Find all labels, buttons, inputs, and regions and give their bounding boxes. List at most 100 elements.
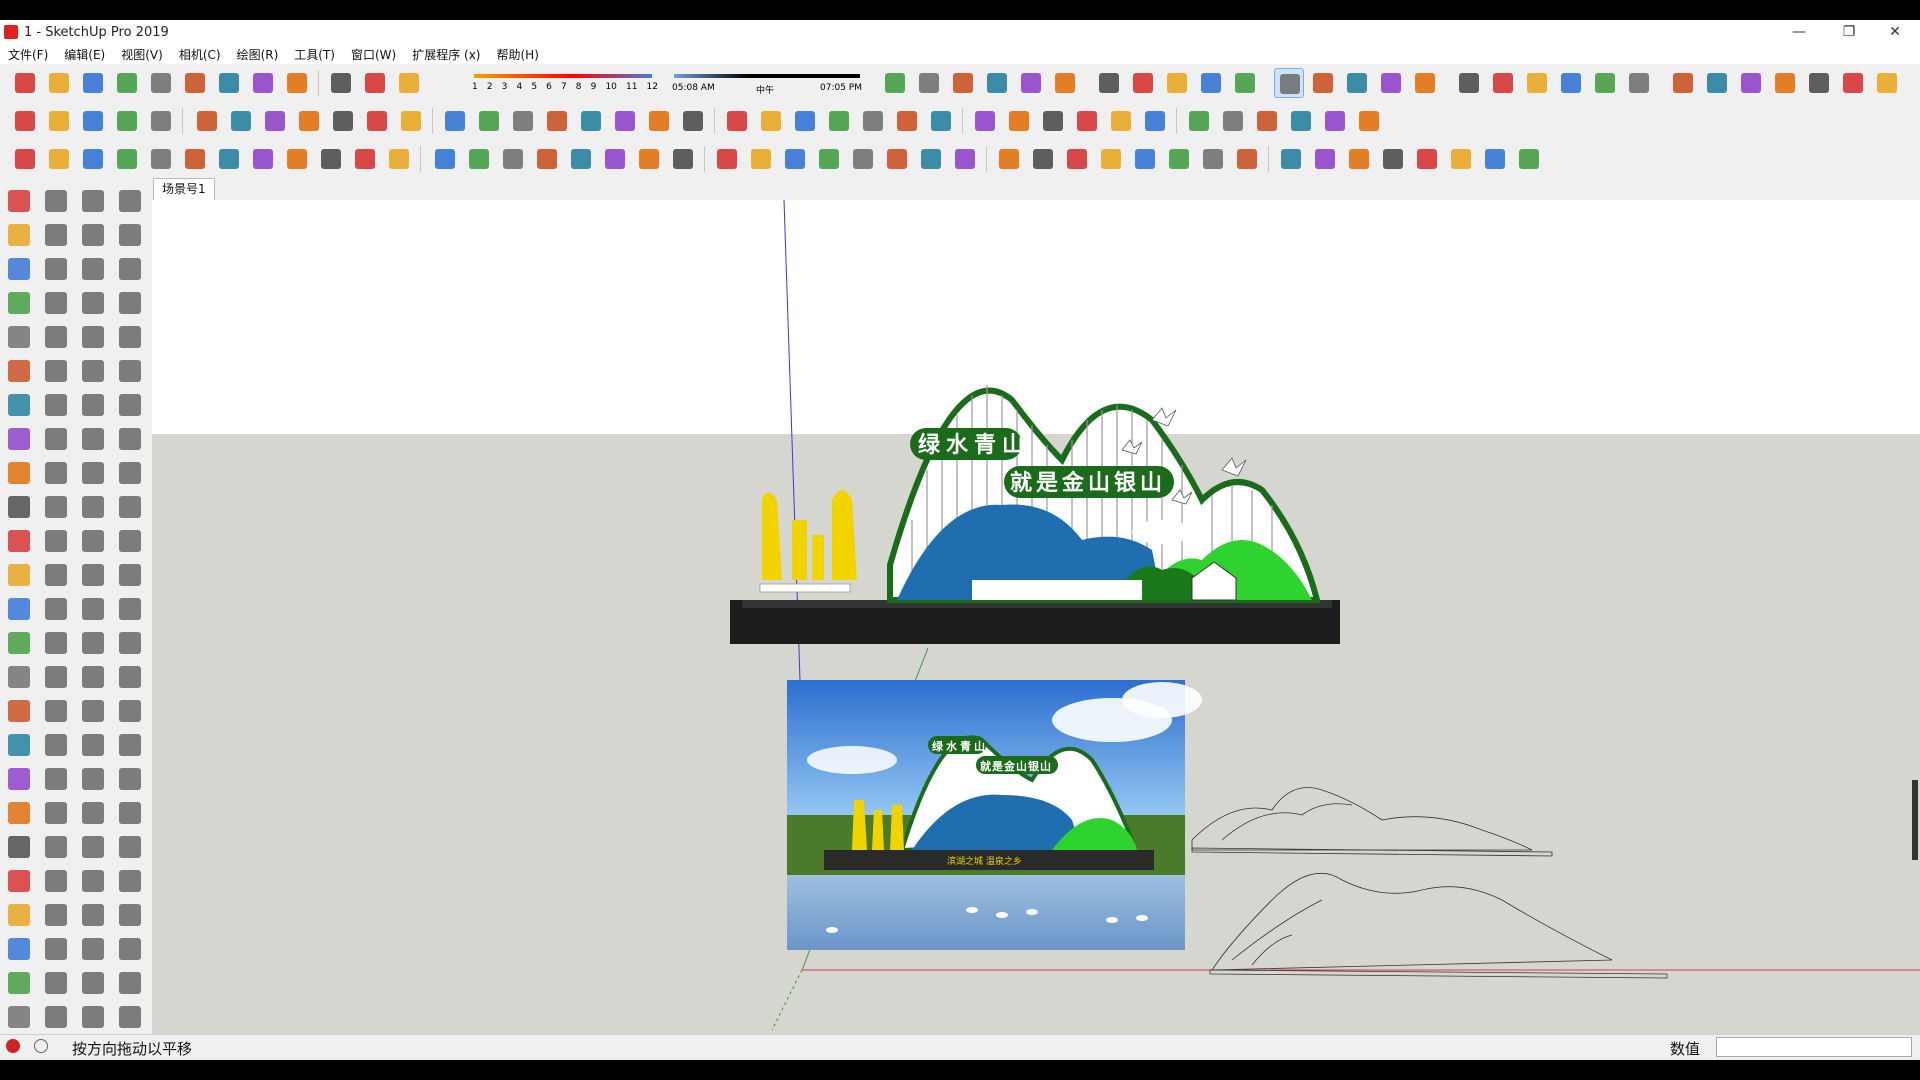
extension-warehouse-button[interactable]	[1140, 106, 1170, 136]
position-tool-button[interactable]	[41, 254, 71, 284]
orbit-button[interactable]	[790, 106, 820, 136]
3d-text-button[interactable]	[756, 106, 786, 136]
vase-button[interactable]	[1276, 144, 1306, 174]
scale-button[interactable]	[508, 106, 538, 136]
left-view-button[interactable]	[1050, 68, 1080, 98]
top-view-button[interactable]	[914, 68, 944, 98]
section-tool-button[interactable]	[78, 1002, 108, 1032]
wireframe-button[interactable]	[1162, 68, 1192, 98]
offset-tool-button[interactable]	[115, 662, 145, 692]
move-tool-button[interactable]	[78, 424, 108, 454]
rotate-tool-button[interactable]	[115, 560, 145, 590]
circle-tool-button[interactable]	[78, 730, 108, 760]
camera-tool-button[interactable]	[78, 254, 108, 284]
shaded-button[interactable]	[1230, 68, 1260, 98]
text-button[interactable]	[678, 106, 708, 136]
followme-tool-button[interactable]	[78, 594, 108, 624]
mirror-button[interactable]	[10, 144, 40, 174]
offset-tool-button[interactable]	[41, 458, 71, 488]
followme-tool-button[interactable]	[41, 492, 71, 522]
material-button[interactable]	[384, 144, 414, 174]
followme-tool-button[interactable]	[4, 390, 34, 420]
explode-button[interactable]	[566, 144, 596, 174]
pointer-button[interactable]	[316, 144, 346, 174]
tangent-button[interactable]	[814, 144, 844, 174]
align-button[interactable]	[1480, 144, 1510, 174]
polygon-tool-button[interactable]	[78, 764, 108, 794]
dimension-tool-button[interactable]	[115, 1002, 145, 1032]
position-tool-button[interactable]	[78, 356, 108, 386]
dimension-tool-button[interactable]	[41, 798, 71, 828]
minimize-icon[interactable]: —	[1776, 20, 1822, 44]
orbit-tool-button[interactable]	[4, 186, 34, 216]
measurements-input[interactable]	[1716, 1037, 1912, 1057]
protractor-tool-button[interactable]	[115, 968, 145, 998]
pan-button[interactable]	[824, 106, 854, 136]
tape-tool-button[interactable]	[4, 628, 34, 658]
arc-tool-button[interactable]	[4, 458, 34, 488]
section-plane-button[interactable]	[1590, 68, 1620, 98]
spline-button[interactable]	[498, 144, 528, 174]
line-tool-button[interactable]	[1232, 144, 1262, 174]
camera-tool-button[interactable]	[115, 356, 145, 386]
rotate-tool-button[interactable]	[78, 458, 108, 488]
model-info-button[interactable]	[360, 68, 390, 98]
protractor-tool-button[interactable]	[78, 866, 108, 896]
arrow-orange-button[interactable]	[1354, 106, 1384, 136]
offset-tool-button[interactable]	[78, 560, 108, 590]
line-tool-button[interactable]	[78, 628, 108, 658]
position-tool-button[interactable]	[115, 458, 145, 488]
scale-tool-button[interactable]	[41, 390, 71, 420]
menu-camera[interactable]: 相机(C)	[171, 46, 229, 63]
cut-button[interactable]	[112, 68, 142, 98]
camera-tool-button[interactable]	[4, 1002, 34, 1032]
curve-button[interactable]	[44, 144, 74, 174]
display-sections-button[interactable]	[1624, 68, 1654, 98]
screen-button[interactable]	[1446, 144, 1476, 174]
circle-button[interactable]	[260, 106, 290, 136]
rectangle-button[interactable]	[226, 106, 256, 136]
scale-tool-button[interactable]	[4, 288, 34, 318]
warehouse-button[interactable]	[1106, 106, 1136, 136]
weld-button[interactable]	[916, 144, 946, 174]
info-icon[interactable]	[34, 1039, 48, 1053]
box-button[interactable]	[180, 144, 210, 174]
arc-button[interactable]	[192, 106, 222, 136]
menu-view[interactable]: 视图(V)	[113, 46, 171, 63]
select-tool-button[interactable]	[115, 254, 145, 284]
fe-button[interactable]	[282, 144, 312, 174]
pan-tool-button[interactable]	[1062, 144, 1092, 174]
bezier-button[interactable]	[430, 144, 460, 174]
add-detail-button[interactable]	[1522, 68, 1552, 98]
eraser-tool-button[interactable]	[4, 866, 34, 896]
lasso-button[interactable]	[1028, 144, 1058, 174]
walk-tool-button[interactable]	[41, 186, 71, 216]
flip-edge-button[interactable]	[1556, 68, 1586, 98]
menu-tools[interactable]: 工具(T)	[286, 46, 343, 63]
freehand-tool-button[interactable]	[41, 696, 71, 726]
zoom-extents-button[interactable]	[926, 106, 956, 136]
shape-button[interactable]	[112, 144, 142, 174]
xray-button[interactable]	[1094, 68, 1124, 98]
protractor-tool-button[interactable]	[4, 662, 34, 692]
dimension-tool-button[interactable]	[4, 696, 34, 726]
move-button[interactable]	[362, 106, 392, 136]
save-button[interactable]	[78, 68, 108, 98]
orbit-tool-button[interactable]	[78, 390, 108, 420]
dimension-tool-button[interactable]	[78, 900, 108, 930]
extrude-button[interactable]	[78, 144, 108, 174]
restore-icon[interactable]: ❐	[1826, 20, 1872, 44]
triangulate-button[interactable]	[634, 144, 664, 174]
paint-tool-button[interactable]	[4, 832, 34, 862]
section-fill-button[interactable]	[1702, 68, 1732, 98]
axes-tool-button[interactable]	[41, 866, 71, 896]
text-tool-button[interactable]	[4, 730, 34, 760]
num-button[interactable]	[1198, 144, 1228, 174]
tape-tool-button[interactable]	[115, 934, 145, 964]
paste-button[interactable]	[180, 68, 210, 98]
freehand-tool-button[interactable]	[4, 594, 34, 624]
scale-tool-button[interactable]	[78, 492, 108, 522]
stamp-button[interactable]	[1454, 68, 1484, 98]
walk-button[interactable]	[1072, 106, 1102, 136]
look-around-button[interactable]	[1038, 106, 1068, 136]
